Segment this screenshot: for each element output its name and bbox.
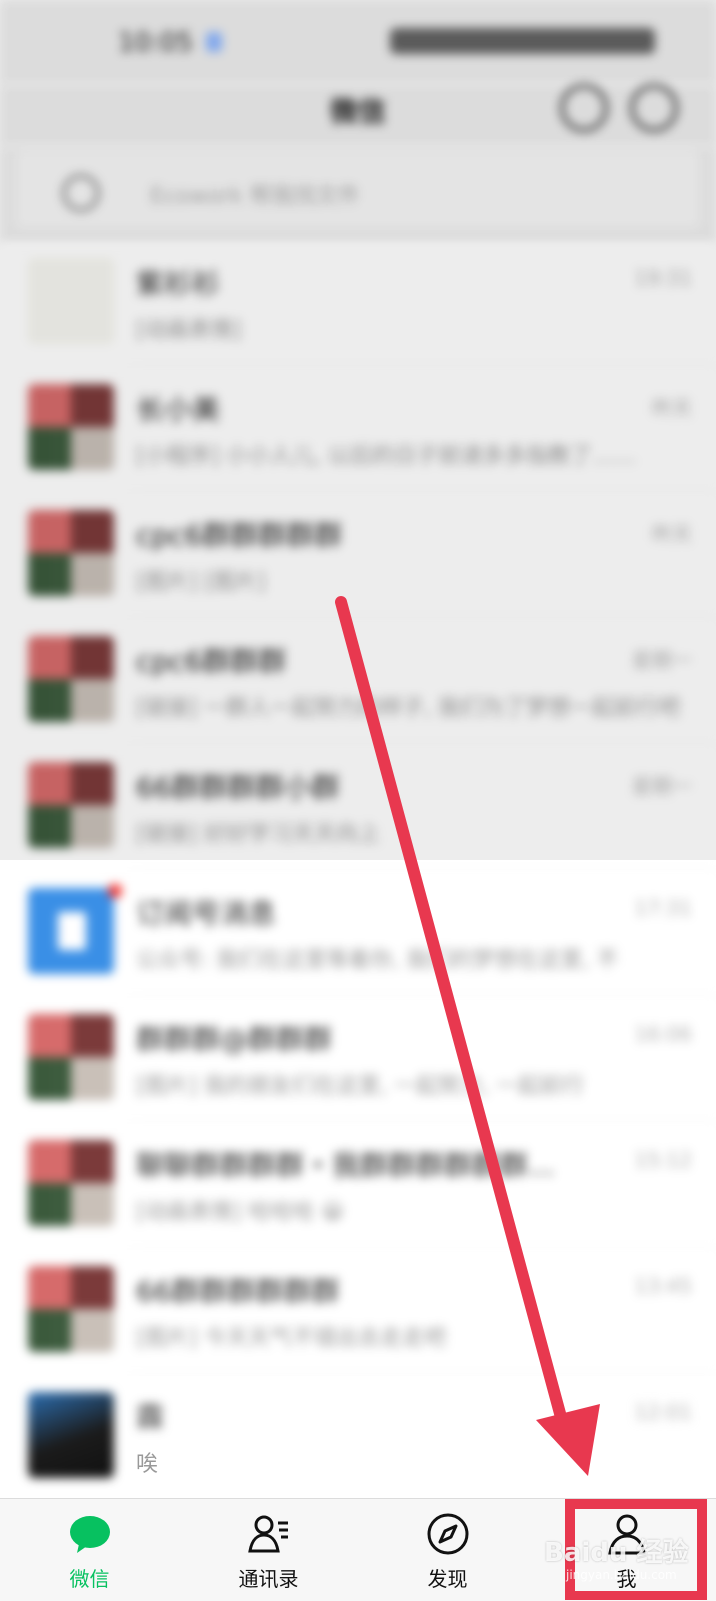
chat-time: 星期一	[632, 774, 692, 798]
tab-chats[interactable]: 微信	[0, 1499, 179, 1601]
chat-preview: [图片] [图片]	[136, 570, 266, 595]
chat-preview: [链接] 好好学习天天向上	[136, 822, 381, 847]
status-bar: 10:05	[0, 0, 716, 84]
tab-label: 微信	[69, 1567, 110, 1591]
chat-bubble-icon	[70, 1516, 110, 1553]
chat-time: 12:01	[634, 1400, 692, 1424]
chat-time: 17:31	[634, 896, 692, 920]
compass-icon	[427, 1513, 469, 1555]
chat-row[interactable]: cpc6群群群 [链接] 一群人一起努力的样子, 我们为了梦想一起前行吧 星期一	[0, 620, 716, 746]
chat-name: 订阅号消息	[136, 897, 277, 930]
unread-badge	[108, 884, 122, 898]
chat-row[interactable]: 群群群@群群群 [图片] 我的朋友们在这里, 一起努力, 一起前行 16:06	[0, 998, 716, 1124]
search-icon[interactable]	[560, 84, 608, 132]
chat-preview: [图片] 今天天气不错出去走走吧	[136, 1326, 447, 1351]
add-icon[interactable]	[630, 84, 678, 132]
contacts-icon	[248, 1515, 288, 1553]
avatar	[28, 1140, 114, 1226]
chat-row[interactable]: 聊聊群群群群・我群群群群群群... [动画表情] 哈哈哈 😀 15:12	[0, 1124, 716, 1250]
status-time: 10:05	[118, 28, 193, 58]
chat-preview: [图片] 我的朋友们在这里, 一起努力, 一起前行	[136, 1074, 585, 1099]
avatar	[28, 258, 114, 344]
chat-row[interactable]: 66群群群群小群 [链接] 好好学习天天向上 星期一	[0, 746, 716, 872]
chat-row[interactable]: 紫衫衫 [动画表情] 19:31	[0, 242, 716, 368]
avatar	[28, 510, 114, 596]
avatar	[28, 1014, 114, 1100]
chat-time: 19:31	[634, 266, 692, 290]
chat-time: 昨天	[652, 396, 692, 420]
chat-preview: [链接] 一群人一起努力的样子, 我们为了梦想一起前行吧	[136, 696, 681, 721]
chat-preview: [动画表情]	[136, 318, 242, 343]
tab-discover[interactable]: 发现	[358, 1499, 537, 1601]
chat-name: cpc6群群群	[136, 645, 287, 678]
search-placeholder: Ecowork 帮我找文件	[150, 184, 360, 209]
chat-name: cpc6群群群群群	[136, 519, 343, 552]
location-icon	[206, 32, 222, 52]
chat-preview: [动画表情] 哈哈哈 😀	[136, 1200, 345, 1225]
status-icons	[390, 28, 655, 54]
chat-name: 紫衫衫	[136, 267, 221, 300]
search-bar: Ecowork 帮我找文件	[0, 146, 716, 243]
chat-row[interactable]: 霖 唉 12:01	[0, 1376, 716, 1502]
chat-name: 霖	[136, 1401, 165, 1434]
chat-time: 昨天	[652, 522, 692, 546]
watermark-url: jingyan.baidu.com	[566, 1568, 677, 1582]
search-input[interactable]: Ecowork 帮我找文件	[16, 150, 700, 228]
chat-time: 星期一	[632, 648, 692, 672]
page-title: 微信	[329, 95, 386, 128]
nav-bar: 微信	[0, 84, 716, 146]
avatar	[28, 1266, 114, 1352]
chat-preview: [小程序] 小小人儿, 以后的日子就请多多指教了……	[136, 444, 637, 469]
chat-name: 聊聊群群群群・我群群群群群群...	[136, 1149, 555, 1182]
chat-name: 66群群群群群群	[136, 1275, 340, 1308]
chat-row[interactable]: 订阅号消息 公众号: 我们在这里等着你, 我们的梦想在这里, 不 17:31	[0, 872, 716, 998]
tab-label: 通讯录	[238, 1567, 299, 1591]
avatar	[28, 384, 114, 470]
chat-row[interactable]: 长小美 [小程序] 小小人儿, 以后的日子就请多多指教了…… 昨天	[0, 368, 716, 494]
chat-row[interactable]: 66群群群群群群 [图片] 今天天气不错出去走走吧 13:45	[0, 1250, 716, 1376]
avatar	[28, 888, 114, 974]
chat-preview: 唉	[136, 1452, 159, 1477]
avatar	[28, 762, 114, 848]
chat-time: 15:12	[634, 1148, 692, 1172]
chat-row[interactable]: cpc6群群群群群 [图片] [图片] 昨天	[0, 494, 716, 620]
chat-time: 13:45	[634, 1274, 692, 1298]
watermark: Baidu 经验	[544, 1538, 689, 1568]
avatar	[28, 636, 114, 722]
avatar	[28, 1392, 114, 1478]
chat-preview: 公众号: 我们在这里等着你, 我们的梦想在这里, 不	[136, 948, 619, 973]
chat-time: 16:06	[634, 1022, 692, 1046]
chat-name: 群群群@群群群	[136, 1023, 333, 1056]
chat-name: 长小美	[136, 393, 221, 426]
chat-name: 66群群群群小群	[136, 771, 340, 804]
subscription-icon	[58, 912, 86, 950]
tab-label: 发现	[427, 1567, 468, 1591]
chat-list: 紫衫衫 [动画表情] 19:31 长小美 [小程序] 小小人儿, 以后的日子就请…	[0, 242, 716, 1502]
tab-contacts[interactable]: 通讯录	[179, 1499, 358, 1601]
mini-program-icon	[62, 174, 100, 212]
